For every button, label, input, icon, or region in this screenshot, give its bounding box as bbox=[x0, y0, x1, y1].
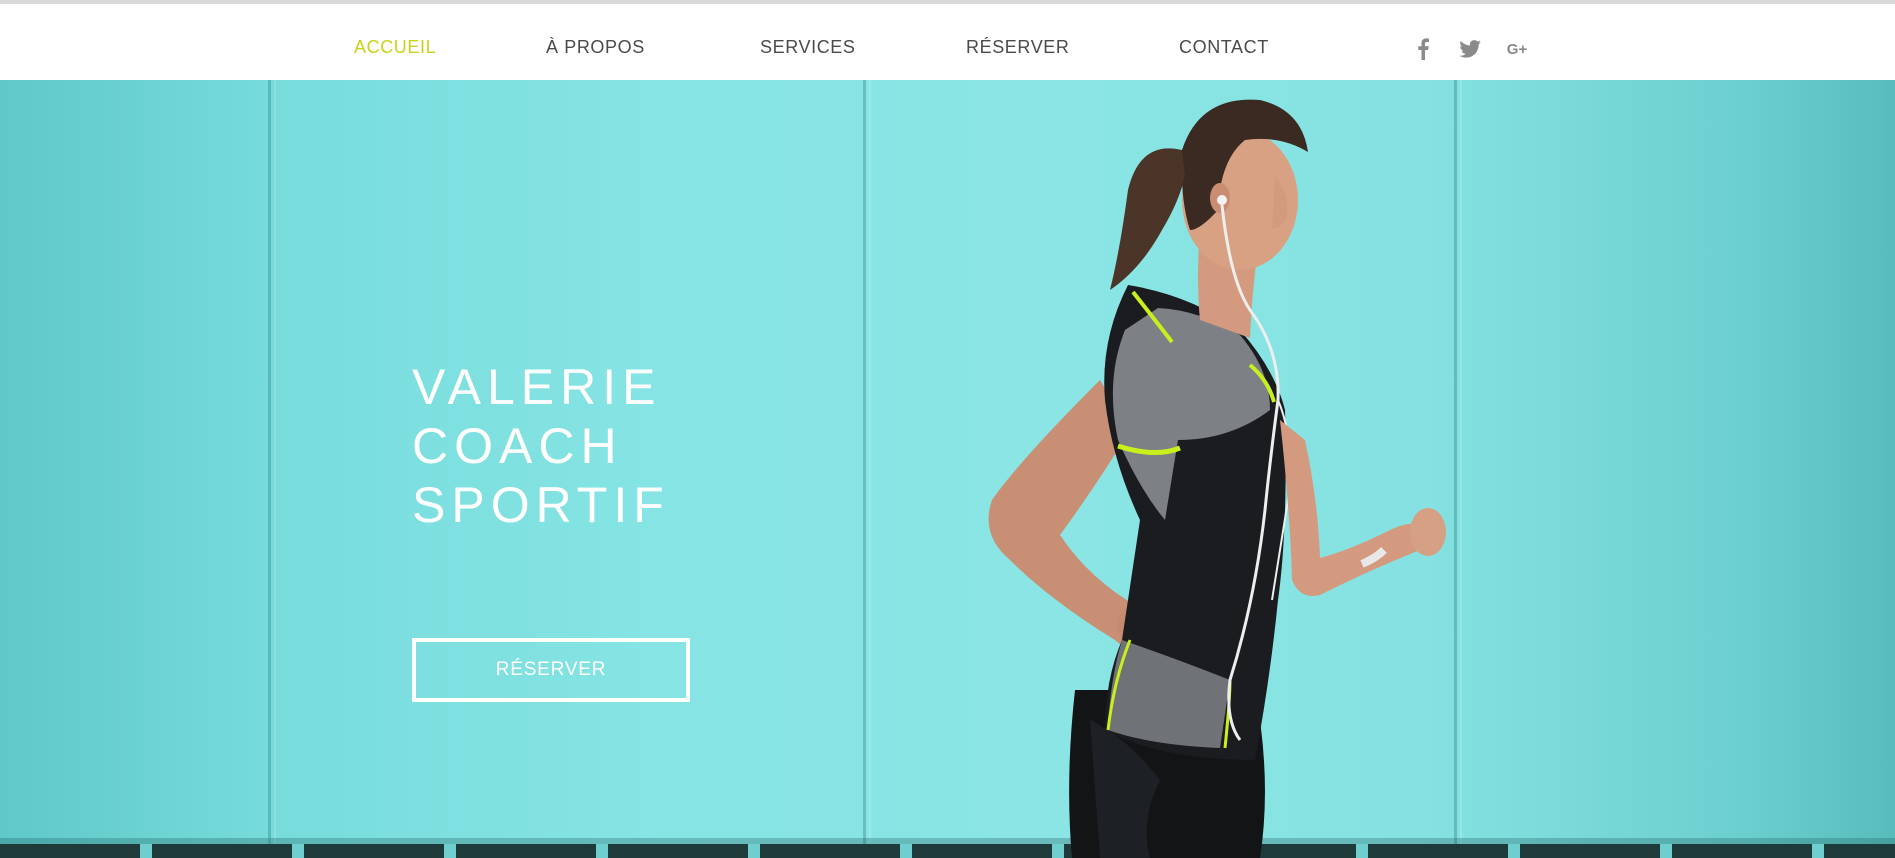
woman-running-photo bbox=[988, 99, 1446, 858]
hero-title: VALERIE COACH SPORTIF bbox=[412, 358, 670, 535]
wall-seam bbox=[869, 80, 871, 858]
hero-section: VALERIE COACH SPORTIF RÉSERVER bbox=[0, 80, 1895, 858]
site-header: ACCUEIL À PROPOS SERVICES RÉSERVER CONTA… bbox=[0, 0, 1895, 80]
wall-seam bbox=[274, 80, 276, 858]
reserve-button[interactable]: RÉSERVER bbox=[412, 638, 690, 702]
wall-seam bbox=[863, 80, 866, 858]
hero-title-line: COACH bbox=[412, 418, 623, 474]
nav-item-a-propos[interactable]: À PROPOS bbox=[546, 37, 645, 58]
google-plus-icon[interactable]: G+ bbox=[1505, 37, 1529, 61]
hero-title-line: SPORTIF bbox=[412, 477, 670, 533]
facebook-icon[interactable] bbox=[1411, 37, 1435, 61]
google-plus-glyph: G+ bbox=[1506, 40, 1528, 58]
nav-item-services[interactable]: SERVICES bbox=[760, 37, 856, 58]
twitter-icon[interactable] bbox=[1458, 37, 1482, 61]
nav-item-accueil[interactable]: ACCUEIL bbox=[354, 37, 436, 58]
hero-title-line: VALERIE bbox=[412, 359, 662, 415]
nav-item-reserver[interactable]: RÉSERVER bbox=[966, 37, 1070, 58]
wall-seam bbox=[268, 80, 271, 858]
nav-item-contact[interactable]: CONTACT bbox=[1179, 37, 1269, 58]
